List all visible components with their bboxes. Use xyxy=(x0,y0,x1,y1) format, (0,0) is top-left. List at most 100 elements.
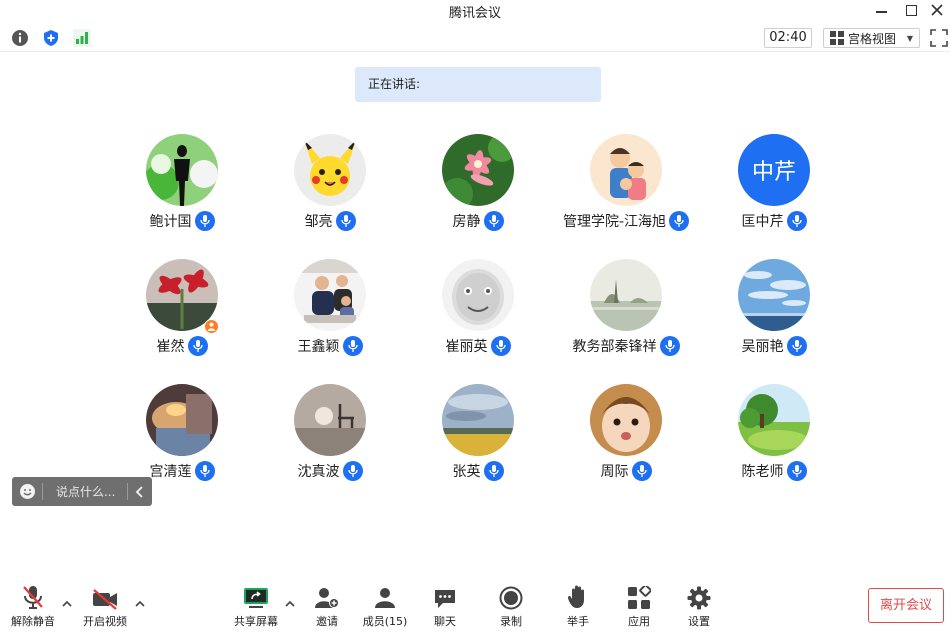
network-status-button[interactable] xyxy=(72,28,92,48)
avatar xyxy=(442,134,514,206)
chat-button[interactable]: 聊天 xyxy=(415,582,475,630)
participant-name: 房静 xyxy=(452,214,481,230)
participant-name: 周际 xyxy=(600,464,629,480)
add-person-icon xyxy=(315,588,339,608)
emoji-button[interactable] xyxy=(12,483,42,500)
close-button[interactable] xyxy=(922,0,950,20)
settings-label: 设置 xyxy=(688,615,710,628)
chevron-up-icon[interactable] xyxy=(134,598,146,610)
avatar xyxy=(442,259,514,331)
chevron-up-icon[interactable] xyxy=(284,598,296,610)
avatar xyxy=(442,384,514,456)
participant-tile[interactable]: 吴丽艳 xyxy=(694,259,854,369)
participant-name: 教务部秦锋祥 xyxy=(572,339,657,355)
participant-tile[interactable]: 王鑫颖 xyxy=(250,259,410,369)
participant-name: 沈真波 xyxy=(297,464,340,480)
chevron-up-icon[interactable] xyxy=(61,598,73,610)
meeting-timer: 02:40 xyxy=(764,28,812,48)
avatar xyxy=(738,259,810,331)
microphone-icon xyxy=(659,336,680,356)
bottom-toolbar: 解除静音 开启视频 共享屏幕 邀请 成员(15) 聊天 录制 举手 应用 设置 xyxy=(0,576,950,633)
participant-tile[interactable]: 鲍计国 xyxy=(102,134,262,244)
share-screen-button[interactable]: 共享屏幕 xyxy=(226,582,286,630)
microphone-icon xyxy=(786,336,807,356)
participant-name: 邹亮 xyxy=(304,214,333,230)
members-icon xyxy=(375,588,395,608)
participant-name: 崔丽英 xyxy=(445,339,488,355)
avatar xyxy=(738,384,810,456)
leave-meeting-button[interactable]: 离开会议 xyxy=(868,588,944,623)
window-title: 腾讯会议 xyxy=(448,6,501,21)
microphone-icon xyxy=(194,461,215,481)
participant-name: 鲍计国 xyxy=(149,214,192,230)
avatar-initials: 中芹 xyxy=(751,160,796,185)
participant-tile[interactable]: 沈真波 xyxy=(250,384,410,494)
share-screen-label: 共享屏幕 xyxy=(234,615,278,628)
participant-name: 吴丽艳 xyxy=(741,339,784,355)
participant-name: 宫清莲 xyxy=(149,464,192,480)
microphone-icon xyxy=(342,461,363,481)
participant-tile[interactable]: 张英 xyxy=(398,384,558,494)
microphone-icon xyxy=(669,211,690,231)
security-button[interactable] xyxy=(41,28,61,48)
start-video-button[interactable]: 开启视频 xyxy=(75,582,135,630)
microphone-icon xyxy=(187,336,208,356)
avatar xyxy=(590,259,662,331)
participant-tile[interactable]: 邹亮 xyxy=(250,134,410,244)
settings-button[interactable]: 设置 xyxy=(669,582,729,630)
chat-label: 聊天 xyxy=(434,615,456,628)
participant-tile[interactable]: 教务部秦锋祥 xyxy=(546,259,706,369)
chat-input-bar[interactable]: 说点什么... xyxy=(12,477,152,506)
speaking-label: 正在讲话: xyxy=(368,77,421,91)
participant-tile[interactable]: 管理学院-江海旭 xyxy=(546,134,706,244)
participant-name: 王鑫颖 xyxy=(297,339,340,355)
participant-tile[interactable]: 中芹 匡中芹 xyxy=(694,134,854,244)
unmute-button[interactable]: 解除静音 xyxy=(3,582,63,630)
microphone-icon xyxy=(194,211,215,231)
raise-hand-button[interactable]: 举手 xyxy=(548,582,608,630)
participant-name: 陈老师 xyxy=(741,464,784,480)
signal-icon xyxy=(73,29,91,47)
avatar: 中芹 xyxy=(738,134,810,206)
raise-hand-label: 举手 xyxy=(567,615,589,628)
fullscreen-button[interactable] xyxy=(930,29,948,47)
participant-tile[interactable]: 崔然 xyxy=(102,259,262,369)
microphone-icon xyxy=(490,336,511,356)
fullscreen-icon xyxy=(930,29,948,47)
record-label: 录制 xyxy=(500,615,522,628)
minimize-icon xyxy=(875,11,887,13)
speaking-indicator: 正在讲话: xyxy=(355,67,601,102)
minimize-button[interactable] xyxy=(866,0,896,20)
meeting-info-button[interactable] xyxy=(10,28,30,48)
avatar xyxy=(294,384,366,456)
person-icon xyxy=(207,322,216,331)
microphone-icon xyxy=(786,461,807,481)
title-bar: 腾讯会议 xyxy=(0,0,950,22)
record-icon xyxy=(499,586,523,610)
participant-tile[interactable]: 崔丽英 xyxy=(398,259,558,369)
apps-icon xyxy=(628,586,651,609)
participant-tile[interactable]: 周际 xyxy=(546,384,706,494)
camera-off-icon xyxy=(93,589,117,610)
chat-placeholder[interactable]: 说点什么... xyxy=(56,483,127,500)
apps-button[interactable]: 应用 xyxy=(609,582,669,630)
grid-view-icon xyxy=(830,31,844,45)
view-mode-dropdown[interactable]: 宫格视图 ▼ xyxy=(823,28,920,48)
emoji-icon xyxy=(19,484,35,499)
record-button[interactable]: 录制 xyxy=(481,582,541,630)
members-button[interactable]: 成员(15) xyxy=(355,582,415,630)
collapse-chat-button[interactable] xyxy=(128,485,152,498)
close-icon xyxy=(931,4,943,16)
microphone-icon xyxy=(483,461,504,481)
avatar xyxy=(294,259,366,331)
avatar xyxy=(590,384,662,456)
shield-icon xyxy=(44,30,58,46)
chevron-left-icon xyxy=(135,485,143,498)
avatar xyxy=(146,134,218,206)
invite-button[interactable]: 邀请 xyxy=(297,582,357,630)
participant-tile[interactable]: 陈老师 xyxy=(694,384,854,494)
microphone-icon xyxy=(483,211,504,231)
participant-tile[interactable]: 房静 xyxy=(398,134,558,244)
microphone-icon xyxy=(342,336,363,356)
host-badge xyxy=(204,319,219,334)
